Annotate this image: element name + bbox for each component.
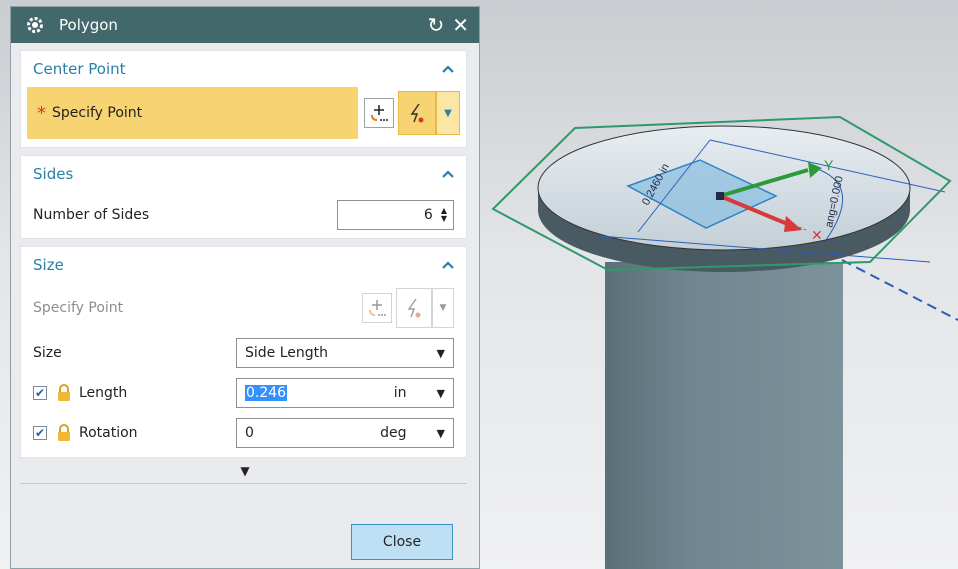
sides-group: Sides Number of Sides 6 ▲ ▼	[20, 155, 467, 239]
point-dialog-button[interactable]	[364, 98, 394, 128]
rotation-unit: deg	[380, 425, 407, 441]
size-header[interactable]: Size	[21, 247, 466, 283]
gear-icon	[27, 17, 43, 33]
size-group: Size Specify Point ▼ Size Side Length ▼ …	[20, 246, 467, 458]
length-row: ✔ Length 0.246 in ▼	[21, 373, 466, 413]
length-checkbox[interactable]: ✔	[33, 386, 47, 400]
collapse-icon[interactable]	[442, 64, 454, 74]
length-unit: in	[393, 385, 407, 401]
specify-point-selector[interactable]: * Specify Point	[27, 87, 358, 139]
size-title: Size	[33, 256, 64, 274]
size-label: Size	[33, 345, 62, 361]
length-input[interactable]: 0.246 in ▼	[236, 378, 454, 408]
lock-icon[interactable]	[57, 424, 71, 442]
length-value[interactable]: 0.246	[245, 385, 288, 401]
size-option-row: Size Side Length ▼	[21, 333, 466, 373]
size-point-type-dropdown[interactable]: ▼	[432, 288, 454, 328]
number-of-sides-label: Number of Sides	[33, 207, 150, 223]
number-of-sides-value[interactable]: 6	[424, 207, 433, 223]
number-of-sides-row: Number of Sides 6 ▲ ▼	[21, 192, 466, 238]
point-dialog-icon	[371, 105, 388, 121]
reset-icon[interactable]: ↻	[427, 15, 444, 35]
close-button[interactable]: Close	[351, 524, 453, 560]
size-inferred-point-button[interactable]	[396, 288, 432, 328]
point-type-dropdown[interactable]: ▼	[436, 91, 460, 135]
rotation-checkbox[interactable]: ✔	[33, 426, 47, 440]
chevron-down-icon[interactable]: ▼	[437, 387, 445, 400]
number-of-sides-spinner[interactable]: 6 ▲ ▼	[337, 200, 454, 230]
chevron-down-icon: ▼	[436, 346, 445, 360]
divider	[20, 483, 467, 484]
lightning-icon	[407, 298, 421, 318]
size-option-select[interactable]: Side Length ▼	[236, 338, 454, 368]
dialog-title: Polygon	[59, 16, 118, 34]
rotation-row: ✔ Rotation 0 deg ▼	[21, 413, 466, 453]
polygon-dialog: Polygon ↻ ✕ Center Point * Specify Point	[10, 6, 480, 569]
center-point-title: Center Point	[33, 60, 126, 78]
axis-y-label: Y	[824, 157, 834, 173]
length-label: Length	[79, 385, 128, 401]
spinner-arrows-icon[interactable]: ▲ ▼	[441, 207, 447, 223]
more-options-arrow-icon[interactable]: ▼	[11, 458, 479, 483]
svg-text:✕: ✕	[811, 227, 823, 243]
inferred-point-button[interactable]	[398, 91, 436, 135]
rotation-input[interactable]: 0 deg ▼	[236, 418, 454, 448]
size-specify-point-label: Specify Point	[33, 300, 124, 316]
collapse-icon[interactable]	[442, 260, 454, 270]
center-point-row: * Specify Point ▼	[27, 87, 460, 139]
point-dialog-icon	[369, 300, 386, 316]
rotation-label: Rotation	[79, 425, 138, 441]
sides-header[interactable]: Sides	[21, 156, 466, 192]
size-specify-point-row: Specify Point ▼	[21, 283, 466, 333]
rotation-value[interactable]: 0	[245, 425, 254, 441]
size-point-dialog-button[interactable]	[362, 293, 392, 323]
chevron-down-icon[interactable]: ▼	[437, 427, 445, 440]
specify-point-label: Specify Point	[52, 105, 143, 121]
center-point-group: Center Point * Specify Point ▼	[20, 50, 467, 148]
sides-title: Sides	[33, 165, 74, 183]
close-icon[interactable]: ✕	[452, 15, 469, 35]
size-option-value: Side Length	[245, 345, 329, 361]
cylinder-body	[605, 262, 843, 569]
required-marker: *	[37, 102, 46, 124]
center-point-header[interactable]: Center Point	[21, 51, 466, 87]
lock-icon[interactable]	[57, 384, 71, 402]
lightning-icon	[410, 103, 424, 123]
dashed-axis	[841, 259, 958, 321]
dialog-titlebar[interactable]: Polygon ↻ ✕	[11, 7, 479, 43]
collapse-icon[interactable]	[442, 169, 454, 179]
